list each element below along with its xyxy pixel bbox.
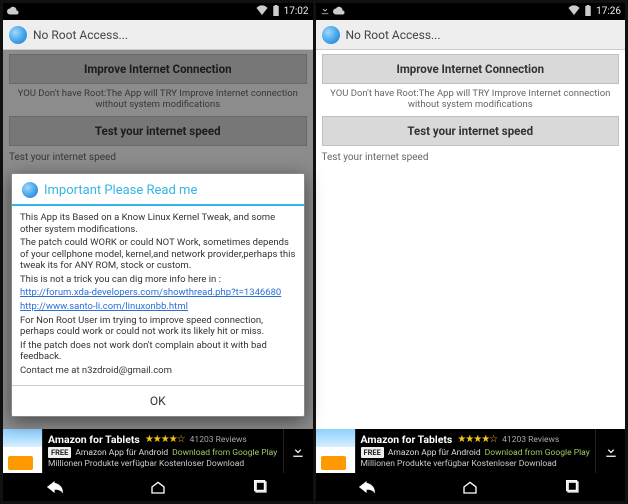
test-speed-label: Test your internet speed — [9, 150, 307, 163]
test-speed-button[interactable]: Test your internet speed — [322, 116, 620, 146]
app-title-bar: No Root Access... — [316, 20, 626, 50]
test-speed-label: Test your internet speed — [322, 150, 620, 163]
ad-stars: ★★★★☆ — [457, 434, 497, 445]
dialog-body: This App its Based on a Know Linux Kerne… — [12, 206, 304, 385]
readme-dialog: Important Please Read me This App its Ba… — [11, 173, 305, 417]
ad-subtitle: Amazon App für Android — [388, 448, 481, 458]
dialog-link-xda[interactable]: http://forum.xda-developers.com/showthre… — [20, 287, 281, 298]
ad-gplay-link: Download from Google Play — [172, 448, 277, 458]
ad-banner[interactable]: Amazon for Tablets ★★★★☆ 41203 Reviews F… — [316, 429, 626, 473]
main-content: Improve Internet Connection YOU Don't ha… — [316, 50, 626, 429]
status-time: 17:26 — [596, 6, 621, 17]
ad-thumbnail — [316, 429, 356, 473]
dialog-text: If the patch does not work don't complai… — [20, 340, 296, 363]
ad-free-badge: FREE — [48, 447, 71, 458]
ad-gplay-link: Download from Google Play — [485, 448, 590, 458]
wifi-icon — [256, 5, 268, 18]
nav-back-button[interactable] — [35, 480, 75, 494]
dialog-title: Important Please Read me — [44, 183, 197, 198]
dialog-text: This App its Based on a Know Linux Kerne… — [20, 212, 296, 235]
nav-back-button[interactable] — [347, 480, 387, 494]
globe-icon — [322, 26, 340, 44]
ad-thumbnail — [3, 429, 43, 473]
ad-reviews: 41203 Reviews — [190, 435, 247, 445]
nav-recent-button[interactable] — [553, 480, 593, 494]
ad-meta: Amazon for Tablets ★★★★☆ 41203 Reviews F… — [43, 429, 283, 473]
app-title-bar: No Root Access... — [3, 20, 313, 50]
status-time: 17:02 — [284, 6, 309, 17]
device-left: 17:02 No Root Access... Improve Internet… — [3, 3, 313, 501]
app-title: No Root Access... — [346, 28, 441, 42]
dialog-text: Contact me at n3zdroid@gmail.com — [20, 365, 296, 377]
ad-download-button[interactable] — [283, 429, 313, 473]
comparison-stage: 17:02 No Root Access... Improve Internet… — [0, 0, 628, 504]
globe-icon — [9, 26, 27, 44]
no-root-description: YOU Don't have Root:The App will TRY Imp… — [322, 88, 620, 112]
ad-banner[interactable]: Amazon for Tablets ★★★★☆ 41203 Reviews F… — [3, 429, 313, 473]
device-right: 17:26 No Root Access... Improve Internet… — [316, 3, 626, 501]
nav-recent-button[interactable] — [241, 480, 281, 494]
ad-reviews: 41203 Reviews — [502, 435, 559, 445]
nav-home-button[interactable] — [450, 480, 490, 494]
ad-subtitle: Amazon App für Android — [75, 448, 168, 458]
dialog-header: Important Please Read me — [12, 174, 304, 206]
ad-stars: ★★★★☆ — [145, 434, 185, 445]
improve-connection-button[interactable]: Improve Internet Connection — [322, 54, 620, 84]
ad-app-name: Amazon for Tablets — [48, 433, 140, 446]
ad-tagline: Millionen Produkte verfügbar Kostenloser… — [48, 459, 278, 469]
ad-free-badge: FREE — [361, 447, 384, 458]
dialog-link-linuxonbb[interactable]: http://www.santo-li.com/linuxonbb.html — [20, 301, 188, 312]
ad-app-name: Amazon for Tablets — [361, 433, 453, 446]
dialog-text: The patch could WORK or could NOT Work, … — [20, 237, 296, 272]
ad-tagline: Millionen Produkte verfügbar Kostenloser… — [361, 459, 591, 469]
android-nav-bar — [316, 473, 626, 501]
ad-meta: Amazon for Tablets ★★★★☆ 41203 Reviews F… — [356, 429, 596, 473]
ad-download-button[interactable] — [595, 429, 625, 473]
download-icon — [320, 5, 330, 18]
battery-icon — [272, 5, 280, 19]
dialog-ok-button[interactable]: OK — [12, 385, 304, 416]
battery-icon — [584, 5, 592, 19]
wifi-icon — [568, 5, 580, 18]
dialog-text: For Non Root User im trying to improve s… — [20, 315, 296, 338]
no-root-description: YOU Don't have Root:The App will TRY Imp… — [9, 88, 307, 112]
cloud-icon — [333, 5, 345, 18]
cloud-icon — [7, 5, 19, 18]
dialog-text: This is not a trick you can dig more inf… — [20, 274, 296, 286]
status-bar: 17:02 — [3, 3, 313, 20]
test-speed-button[interactable]: Test your internet speed — [9, 116, 307, 146]
status-bar: 17:26 — [316, 3, 626, 20]
app-title: No Root Access... — [33, 28, 128, 42]
improve-connection-button[interactable]: Improve Internet Connection — [9, 54, 307, 84]
android-nav-bar — [3, 473, 313, 501]
nav-home-button[interactable] — [138, 480, 178, 494]
globe-icon — [22, 182, 38, 198]
